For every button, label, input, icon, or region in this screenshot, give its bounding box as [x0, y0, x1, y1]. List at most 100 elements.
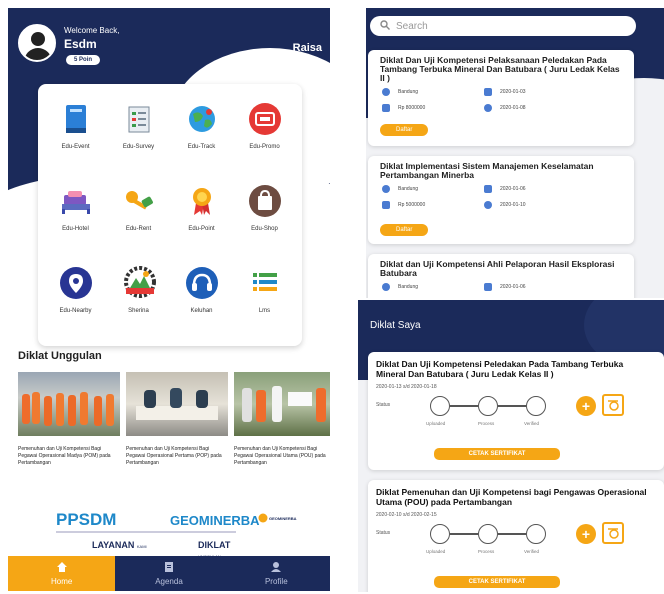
status-tracker: Status Uploaded Process Verified +	[368, 390, 664, 434]
medal-icon	[185, 184, 219, 218]
menu-item-edu-survey[interactable]: Edu-Survey	[107, 96, 170, 178]
banner-right-text: DIKLAT	[198, 540, 231, 550]
search-icon	[380, 19, 390, 33]
start-text: 2020-01-03	[500, 89, 526, 95]
menu-item-keluhan[interactable]: Keluhan	[170, 260, 233, 342]
my-course-title: Diklat Pemenuhan dan Uji Kompetensi bagi…	[376, 487, 647, 507]
location-pin-icon	[59, 266, 93, 300]
nav-agenda[interactable]: Agenda	[115, 556, 222, 591]
shopping-bag-icon	[248, 184, 282, 218]
step-connector	[498, 533, 526, 535]
register-button[interactable]: Daftar	[380, 224, 429, 236]
price-text: Rp 5000000	[398, 202, 426, 208]
menu-item-edu-event[interactable]: Edu-Event	[44, 96, 107, 178]
banner-main: PPSDM	[56, 510, 117, 529]
clock-icon	[484, 201, 492, 209]
event-meta: Bandung 2020-01-06	[368, 281, 634, 298]
home-screen: Welcome Back, Esdm 5 Poin Raisa Edu-Even…	[8, 8, 330, 591]
nav-label: Home	[50, 577, 73, 586]
course-title: Pemenuhan dan Uji Kompetensi Bagi Pegawa…	[18, 446, 111, 466]
end-text: 2020-01-08	[500, 105, 526, 111]
event-price: Rp 5000000	[382, 201, 425, 209]
event-end: 2020-01-10	[484, 201, 526, 209]
step-uploaded	[430, 524, 450, 544]
avatar[interactable]	[18, 24, 56, 62]
menu-label: Edu-Event	[61, 144, 90, 150]
menu-item-edu-shop[interactable]: Edu-Shop	[233, 178, 296, 260]
menu-item-edu-promo[interactable]: Edu-Promo	[233, 96, 296, 178]
my-course-card[interactable]: Diklat Pemenuhan dan Uji Kompetensi bagi…	[368, 480, 664, 592]
step-verified	[526, 396, 546, 416]
banner-divider	[56, 531, 236, 533]
location-icon	[382, 185, 390, 193]
nav-label: Profile	[264, 577, 288, 586]
event-card[interactable]: Diklat Dan Uji Kompetensi Pelaksanaan Pe…	[368, 50, 634, 146]
course-title: Pemenuhan dan Uji Kompetensi Bagi Pegawa…	[126, 446, 222, 466]
event-start: 2020-01-03	[484, 88, 526, 96]
geominerba-logo: GEOMINERBA	[258, 511, 304, 525]
key-icon	[122, 184, 156, 218]
menu-item-lms[interactable]: Lms	[233, 260, 296, 342]
menu-item-edu-track[interactable]: Edu-Track	[170, 96, 233, 178]
event-card[interactable]: Diklat dan Uji Kompetensi Ahli Pelaporan…	[368, 254, 634, 298]
nav-label: Agenda	[155, 577, 183, 586]
menu-item-edu-rent[interactable]: Edu-Rent	[107, 178, 170, 260]
location-text: Bandung	[398, 186, 419, 192]
course-card[interactable]: Pemenuhan dan Uji Kompetensi Bagi Pegawa…	[126, 372, 228, 492]
add-icon[interactable]: +	[576, 524, 596, 544]
my-course-card[interactable]: Diklat Dan Uji Kompetensi Peledakan Pada…	[368, 352, 664, 470]
step-connector	[498, 405, 526, 407]
search-input[interactable]: Search	[370, 16, 636, 36]
event-start: 2020-01-06	[484, 283, 526, 291]
menu-label: Edu-Survey	[122, 144, 155, 150]
assistant-name[interactable]: Raisa	[293, 42, 322, 54]
nav-profile[interactable]: Profile	[223, 556, 330, 591]
username: Esdm	[64, 37, 97, 51]
menu-item-sherina[interactable]: Sherina	[107, 260, 170, 342]
agenda-icon	[163, 561, 175, 576]
wallet-icon	[382, 104, 390, 112]
print-certificate-button[interactable]: CETAK SERTIFIKAT	[434, 448, 560, 460]
points-badge[interactable]: 5 Poin	[66, 55, 101, 65]
menu-item-edu-nearby[interactable]: Edu-Nearby	[44, 260, 107, 342]
profile-icon	[270, 561, 282, 576]
menu-label: Lms	[258, 308, 271, 314]
menu-label: Edu-Rent	[125, 226, 152, 232]
course-title: Pemenuhan dan Uji Kompetensi Bagi Pegawa…	[234, 446, 326, 466]
event-meta: Bandung 2020-01-06 Rp 5000000 2020-01-10	[368, 183, 634, 217]
search-placeholder: Search	[396, 20, 428, 32]
event-card[interactable]: Diklat Implementasi Sistem Manajemen Kes…	[368, 156, 634, 244]
calendar-refresh-icon[interactable]	[602, 394, 624, 416]
menu-item-edu-point[interactable]: Edu-Point	[170, 178, 233, 260]
course-image	[126, 372, 228, 436]
sherina-logo-icon	[122, 266, 156, 300]
register-button[interactable]: Daftar	[380, 124, 429, 136]
course-card[interactable]: Pemenuhan dan Uji Kompetensi Bagi Pegawa…	[18, 372, 120, 492]
clock-icon	[484, 104, 492, 112]
book-icon	[59, 102, 93, 136]
ppsdm-banner[interactable]: PPSDM GEOMINERBA LAYANAN KAMI DIKLAT UNG…	[52, 508, 260, 559]
step-label: Process	[478, 549, 495, 554]
step-label: Verified	[524, 549, 540, 554]
course-card[interactable]: Pemenuhan dan Uji Kompetensi Bagi Pegawa…	[234, 372, 330, 492]
menu-card: Edu-Event Edu-Survey Edu-Track Edu-Promo…	[38, 84, 302, 346]
event-location: Bandung	[382, 283, 418, 291]
nav-home[interactable]: Home	[8, 556, 116, 591]
calendar-icon	[484, 88, 492, 96]
calendar-icon	[484, 283, 492, 291]
step-label: Uploaded	[426, 549, 446, 554]
calendar-refresh-icon[interactable]	[602, 522, 624, 544]
menu-item-edu-hotel[interactable]: Edu-Hotel	[44, 178, 107, 260]
event-location: Bandung	[382, 88, 418, 96]
headset-icon	[185, 266, 219, 300]
step-connector	[450, 405, 478, 407]
step-connector	[450, 533, 478, 535]
home-icon	[56, 561, 68, 576]
section-title: Diklat Unggulan	[18, 350, 102, 362]
event-price: Rp 8000000	[382, 104, 425, 112]
add-icon[interactable]: +	[576, 396, 596, 416]
print-certificate-button[interactable]: CETAK SERTIFIKAT	[434, 576, 560, 588]
menu-label: Edu-Promo	[249, 144, 280, 150]
location-icon	[382, 88, 390, 96]
location-text: Bandung	[398, 284, 419, 290]
